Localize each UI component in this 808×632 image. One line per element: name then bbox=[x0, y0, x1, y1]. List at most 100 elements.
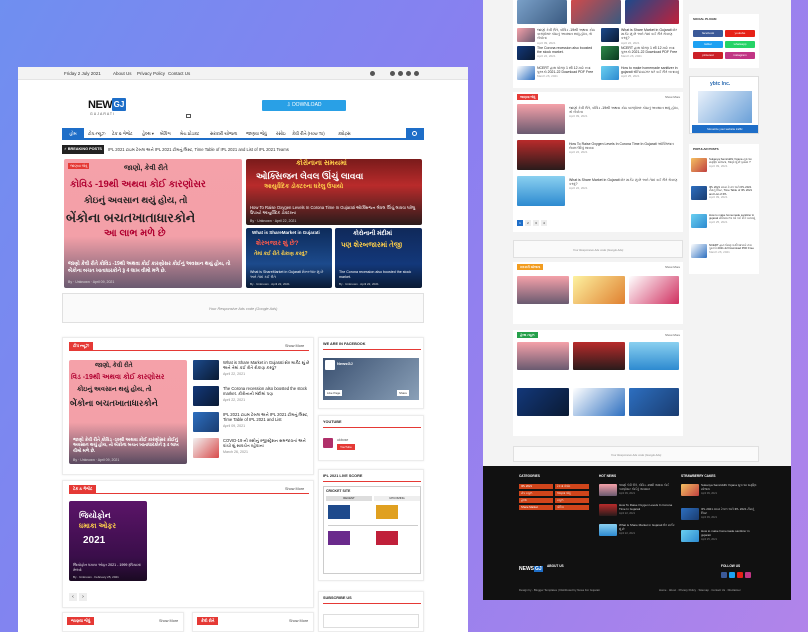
feature-caption[interactable]: જાણો કેવી રીતે કોવિડ -19થી અથવા કોઈ કારણ… bbox=[73, 437, 183, 454]
popular-post-item[interactable]: IPL 2021 ટાઇમ ટેબલ અને IPL 2021 ટીમનું લ… bbox=[709, 185, 757, 200]
top-news-item[interactable]: What is Share Market in Gujarati શેર માર… bbox=[223, 360, 311, 377]
next-arrow-icon[interactable]: › bbox=[79, 593, 87, 601]
knowledge-list-show-more[interactable]: Show More bbox=[665, 95, 680, 99]
post-thumbnail[interactable] bbox=[571, 0, 621, 24]
post-thumbnail[interactable] bbox=[599, 484, 617, 496]
facebook-icon[interactable] bbox=[721, 572, 727, 578]
post-thumbnail[interactable] bbox=[625, 0, 679, 24]
tech-feature[interactable]: જિયોફોન ધમાકા ઓફર 2021 જિયોફોન ધમાકા ઓફર… bbox=[69, 501, 147, 581]
footer-tag[interactable]: ટેક & ગેજેટ bbox=[555, 484, 589, 489]
about-link[interactable]: About Us bbox=[113, 71, 132, 76]
breaking-ticker[interactable]: IPL 2021 ટાઇમ ટેબલ અને IPL 2021 ટીમનું લ… bbox=[108, 147, 289, 152]
footer-link-sitemap[interactable]: Sitemap bbox=[699, 588, 709, 592]
post-thumbnail[interactable] bbox=[517, 66, 535, 80]
nav-item-yojana[interactable]: સરકારી યોજના bbox=[210, 131, 237, 136]
post-item[interactable]: What is Share Market in Gujarati શેર માર… bbox=[621, 28, 679, 45]
facebook-page-cover[interactable]: NewsGJ Like Page Share bbox=[323, 358, 419, 400]
post-thumbnail[interactable] bbox=[193, 438, 219, 458]
youtube-icon[interactable] bbox=[398, 71, 403, 76]
twitter-icon[interactable] bbox=[406, 71, 411, 76]
page-1[interactable]: 1 bbox=[517, 220, 523, 226]
nav-item-knowledge[interactable]: જાણવા જેવું bbox=[246, 131, 267, 136]
top-news-item[interactable]: The Corona recession also boosted the st… bbox=[223, 386, 311, 403]
twitter-social-button[interactable]: twitter bbox=[693, 41, 723, 48]
footer-hot-item[interactable]: જાણો કેવી રીતે, કોવિડ -19થી અથવા કોઈ કાર… bbox=[619, 483, 677, 495]
knowledge-list-item[interactable]: What is Share Market in Gujarati શેર માર… bbox=[569, 178, 679, 191]
post-item[interactable]: The Corona recession also boosted the st… bbox=[537, 46, 595, 59]
facebook-like-button[interactable]: Like Page bbox=[325, 390, 343, 396]
post-thumbnail[interactable] bbox=[691, 214, 707, 228]
post-thumbnail[interactable] bbox=[517, 46, 535, 60]
nav-item-products[interactable]: મેચ પ્રોડક્ટ bbox=[180, 131, 199, 136]
footer-random-item[interactable]: Sukanya Samriddhi Yojana સુકન્યા સમૃદ્ધિ… bbox=[701, 483, 759, 495]
post-thumbnail[interactable] bbox=[193, 386, 219, 406]
hero-recession-post[interactable]: કોરોનાની મંદીમાં પણ શેરબજારમાં તેજી The … bbox=[335, 228, 422, 288]
post-thumbnail[interactable] bbox=[601, 46, 619, 60]
facebook-share-button[interactable]: Share bbox=[397, 390, 410, 396]
page-3[interactable]: 3 bbox=[533, 220, 539, 226]
page-4[interactable]: 4 bbox=[541, 220, 547, 226]
post-thumbnail[interactable] bbox=[601, 28, 619, 42]
facebook-social-button[interactable]: facebook bbox=[693, 30, 723, 37]
post-thumbnail[interactable] bbox=[517, 388, 569, 416]
footer-link-contact[interactable]: Contact Us bbox=[711, 588, 725, 592]
hero-main-tag[interactable]: જાણવા જેવું bbox=[68, 163, 90, 169]
top-news-title[interactable]: ટોપ ન્યૂઝ bbox=[69, 342, 94, 350]
knowledge-show-more[interactable]: Show More bbox=[159, 619, 178, 623]
post-thumbnail[interactable] bbox=[681, 530, 699, 542]
nav-item-health[interactable]: હેલ્થ ▾ bbox=[142, 131, 154, 137]
search-button[interactable] bbox=[406, 128, 424, 140]
footer-random-item[interactable]: IPL 2021 ટાઇમ ટેબલ અને IPL 2021 ટીમનું લ… bbox=[701, 507, 759, 519]
knowledge-list-item[interactable]: How To Raise Oxygen Levels In Corona Tim… bbox=[569, 142, 679, 155]
privacy-link[interactable]: Privacy Policy bbox=[137, 71, 165, 76]
footer-link-privacy[interactable]: Privacy Policy bbox=[679, 588, 696, 592]
footer-hot-item[interactable]: How To Raise Oxygen Levels In Corona Tim… bbox=[619, 503, 677, 515]
post-thumbnail[interactable] bbox=[573, 388, 625, 416]
hero-recession-caption[interactable]: The Corona recession also boosted the st… bbox=[339, 270, 418, 279]
post-thumbnail[interactable] bbox=[681, 508, 699, 520]
footer-random-item[interactable]: How to make homemade sanitizer in gujara… bbox=[701, 529, 759, 541]
post-thumbnail[interactable] bbox=[517, 104, 565, 134]
post-thumbnail[interactable] bbox=[629, 342, 679, 370]
knowledge-list-item[interactable]: જાણો કેવી રીતે, કોવિડ -19થી અથવા કોઇ કાર… bbox=[569, 106, 679, 119]
nav-home[interactable]: હોમ bbox=[62, 128, 84, 140]
footer-tag[interactable]: બેંકિંગ bbox=[555, 505, 589, 510]
download-button[interactable]: ⇩ DOWNLOAD bbox=[262, 100, 346, 111]
post-thumbnail[interactable] bbox=[599, 504, 617, 516]
post-thumbnail[interactable] bbox=[573, 342, 625, 370]
footer-tag[interactable]: ટોપ ન્યૂઝ bbox=[519, 491, 553, 496]
whatsapp-icon[interactable] bbox=[390, 71, 395, 76]
subscribe-email-input[interactable] bbox=[323, 614, 419, 628]
tech-title[interactable]: ટેક & ગેજેટ bbox=[69, 485, 97, 493]
top-news-item[interactable]: COVID-19 ની રસીનું રજીસ્ટ્રેશન સમજાવતાં … bbox=[223, 438, 311, 455]
post-thumbnail[interactable] bbox=[681, 484, 699, 496]
post-thumbnail[interactable] bbox=[517, 176, 565, 206]
sidebar-ad[interactable]: ybtc Inc. Monetize your website traffic bbox=[689, 76, 759, 134]
post-thumbnail[interactable] bbox=[193, 412, 219, 432]
post-thumbnail[interactable] bbox=[573, 276, 625, 304]
yojana-title[interactable]: સરકારી યોજના bbox=[517, 264, 544, 270]
post-item[interactable]: NCERT દ્વારા ધોરણ 1 થી 12 માટે નવા પુસ્ત… bbox=[537, 66, 595, 79]
nav-item-top-news[interactable]: ટોપ ન્યૂઝ bbox=[88, 131, 105, 136]
post-thumbnail[interactable] bbox=[601, 66, 619, 80]
footer-link-home[interactable]: Home bbox=[659, 588, 666, 592]
popular-post-item[interactable]: How to make homemade sanitizer in gujara… bbox=[709, 213, 757, 224]
post-item[interactable]: જાણો કેવી રીતે, કોવિડ -19થી અથવા કોઇ કાર… bbox=[537, 28, 595, 45]
hero-main-post[interactable]: જાણવા જેવું જાણો, કેવી રીતે કોવિડ -19થી … bbox=[64, 159, 242, 288]
health-title[interactable]: હેલ્થ ન્યૂઝ bbox=[517, 332, 538, 338]
post-thumbnail[interactable] bbox=[517, 140, 565, 170]
nav-item-how-to[interactable]: કેવી રીતે (How To) bbox=[292, 131, 325, 136]
youtube-icon[interactable] bbox=[737, 572, 743, 578]
footer-tag[interactable]: IPL 2021 bbox=[519, 484, 553, 489]
prev-arrow-icon[interactable]: ‹ bbox=[69, 593, 77, 601]
hero-sharemarket-caption[interactable]: What is ShareMarket in Gujarati શેરબજાર … bbox=[250, 270, 328, 279]
footer-hot-item[interactable]: What is Share Market in Gujarati શેર માર… bbox=[619, 523, 677, 535]
nav-item-quotes[interactable]: ક્વોટ્સ bbox=[338, 131, 350, 136]
instagram-social-button[interactable]: instagram bbox=[725, 52, 755, 59]
post-thumbnail[interactable] bbox=[691, 186, 707, 200]
youtube-social-button[interactable]: youtube bbox=[725, 30, 755, 37]
instagram-icon[interactable] bbox=[414, 71, 419, 76]
footer-tag[interactable]: Share Market bbox=[519, 505, 553, 510]
post-thumbnail[interactable] bbox=[599, 524, 617, 536]
facebook-page-name[interactable]: NewsGJ bbox=[337, 361, 353, 366]
